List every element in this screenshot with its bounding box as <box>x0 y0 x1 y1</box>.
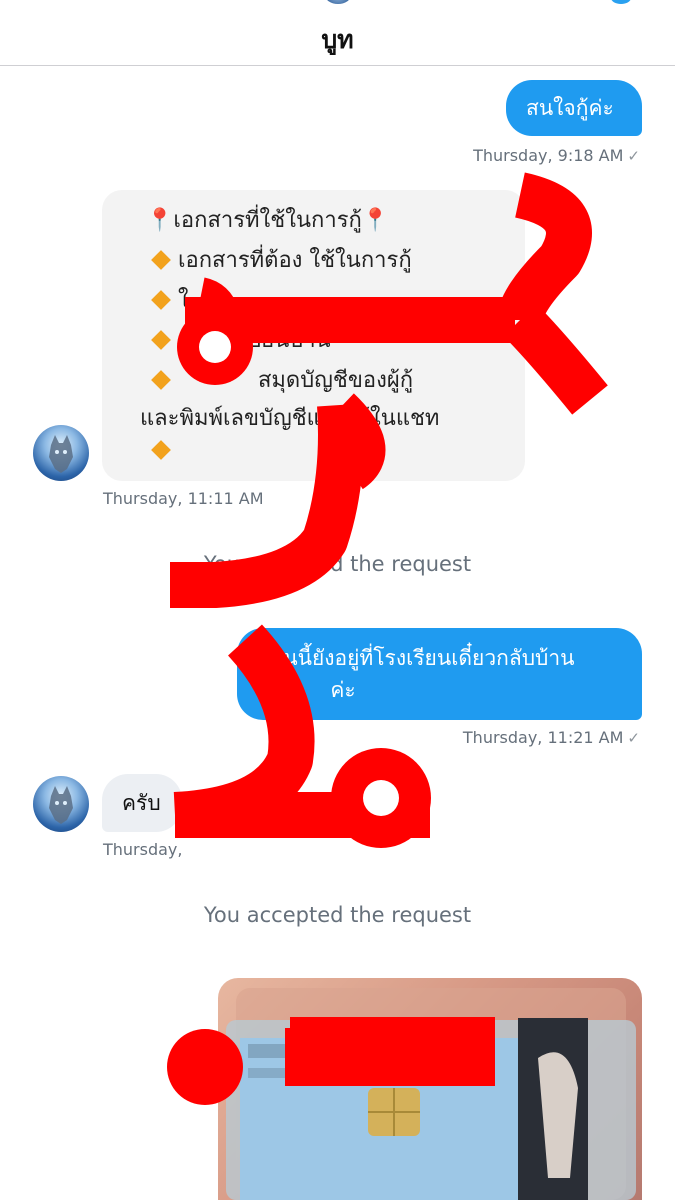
red-redaction-overlay <box>167 172 608 1105</box>
